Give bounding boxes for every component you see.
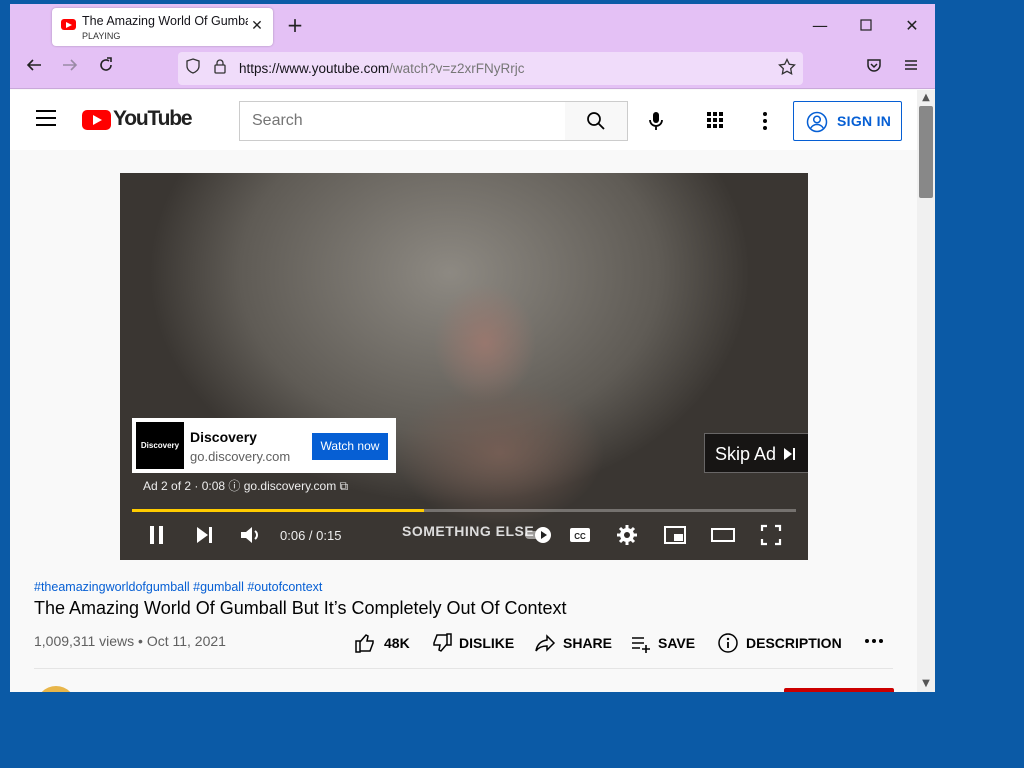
close-window-icon[interactable]: ✕ (900, 14, 924, 38)
info-icon (718, 633, 738, 653)
skip-ad-button[interactable]: Skip Ad (704, 433, 808, 473)
pocket-icon[interactable] (862, 56, 886, 80)
youtube-logo[interactable]: YouTube (82, 107, 193, 132)
tracking-protection-icon[interactable] (182, 58, 204, 80)
sign-in-button[interactable]: SIGN IN (793, 101, 902, 141)
tab-title: The Amazing World Of Gumball But It's Co… (82, 14, 248, 28)
back-icon[interactable] (22, 56, 46, 80)
page-scrollbar[interactable]: ▲ ▼ (917, 90, 935, 692)
progress-bar[interactable] (132, 509, 796, 512)
skip-next-icon (784, 448, 795, 460)
svg-text:CC: CC (574, 532, 586, 541)
theater-mode-icon[interactable] (710, 522, 738, 548)
apps-grid-icon[interactable] (707, 112, 725, 130)
skip-ad-label: Skip Ad (715, 444, 777, 464)
video-player[interactable]: Discovery Discovery go.discovery.com Wat… (120, 173, 808, 560)
advertiser-domain: go.discovery.com (190, 449, 291, 464)
hashtags[interactable]: #theamazingworldofgumball #gumball #outo… (34, 580, 322, 594)
video-title: The Amazing World Of Gumball But It’s Co… (34, 598, 567, 618)
scrollbar-thumb[interactable] (919, 106, 933, 198)
scroll-up-icon[interactable]: ▲ (920, 92, 932, 104)
search-box (239, 101, 566, 141)
volume-icon[interactable] (238, 522, 266, 548)
miniplayer-icon[interactable] (662, 522, 690, 548)
autoplay-toggle[interactable] (524, 522, 552, 548)
share-icon (535, 634, 556, 652)
close-tab-icon[interactable]: ✕ (249, 18, 265, 34)
tab-status: PLAYING (82, 31, 121, 41)
navigation-bar: https://www.youtube.com/watch?v=z2xrFNyR… (10, 48, 935, 89)
dislike-button[interactable]: DISLIKE (431, 629, 515, 657)
next-video-icon[interactable] (192, 522, 220, 548)
page-content: YouTube SIGN IN (10, 90, 917, 692)
subscribe-button[interactable] (784, 688, 894, 692)
share-label: SHARE (563, 635, 613, 651)
like-count: 48K (384, 635, 410, 651)
ad-info-text[interactable]: Ad 2 of 2 · 0:08 ⓘ go.discovery.com ⧉ (143, 477, 348, 494)
lock-icon[interactable] (209, 58, 231, 80)
microphone-icon[interactable] (644, 109, 668, 133)
settings-more-icon[interactable] (759, 110, 771, 132)
save-button[interactable]: SAVE (630, 629, 700, 657)
channel-avatar[interactable] (36, 686, 76, 692)
watch-now-button[interactable]: Watch now (312, 433, 388, 460)
youtube-header: YouTube SIGN IN (10, 90, 917, 150)
video-subtitle-overlay: SOMETHING ELSE (402, 523, 535, 539)
browser-window: The Amazing World Of Gumball But It's Co… (10, 4, 935, 692)
youtube-play-icon (82, 110, 111, 130)
description-button[interactable]: DESCRIPTION (717, 629, 842, 657)
sign-in-label: SIGN IN (837, 113, 892, 129)
new-tab-icon[interactable]: + (284, 14, 306, 36)
views-date: 1,009,311 views • Oct 11, 2021 (34, 633, 226, 649)
settings-gear-icon[interactable] (614, 522, 642, 548)
playlist-add-icon (632, 637, 650, 653)
search-input[interactable] (252, 112, 552, 130)
minimize-icon[interactable]: — (808, 14, 832, 38)
progress-fill (132, 509, 425, 512)
pause-icon[interactable] (144, 522, 172, 548)
reload-icon[interactable] (94, 56, 118, 80)
ad-card[interactable]: Discovery Discovery go.discovery.com Wat… (132, 418, 396, 473)
browser-tab[interactable]: The Amazing World Of Gumball But It's Co… (52, 8, 273, 46)
title-bar: The Amazing World Of Gumball But It's Co… (10, 4, 935, 48)
youtube-favicon-icon (61, 19, 76, 30)
description-label: DESCRIPTION (746, 635, 842, 651)
youtube-logo-text: YouTube (113, 107, 193, 130)
address-bar[interactable]: https://www.youtube.com/watch?v=z2xrFNyR… (178, 52, 803, 85)
thumbs-up-icon (355, 634, 374, 653)
search-icon (587, 112, 605, 130)
search-button[interactable] (565, 101, 628, 141)
share-button[interactable]: SHARE (534, 629, 612, 657)
fullscreen-icon[interactable] (758, 522, 786, 548)
bookmark-star-icon[interactable] (776, 57, 798, 80)
divider (34, 668, 893, 669)
dislike-label: DISLIKE (459, 635, 515, 651)
captions-icon[interactable]: CC (567, 522, 595, 548)
maximize-icon[interactable] (854, 14, 878, 38)
advertiser-name: Discovery (190, 429, 257, 445)
thumbs-down-icon (433, 633, 452, 652)
scroll-down-icon[interactable]: ▼ (920, 678, 932, 690)
app-menu-icon[interactable] (899, 56, 923, 80)
more-actions-icon[interactable] (864, 629, 884, 657)
url-text[interactable]: https://www.youtube.com/watch?v=z2xrFNyR… (239, 61, 524, 76)
guide-menu-icon[interactable] (36, 110, 56, 126)
advertiser-logo: Discovery (136, 422, 184, 469)
save-label: SAVE (658, 635, 696, 651)
time-display: 0:06 / 0:15 (280, 528, 342, 543)
account-icon (806, 111, 828, 133)
video-frame (120, 173, 808, 560)
forward-icon[interactable] (58, 56, 82, 80)
like-button[interactable]: 48K (354, 629, 414, 657)
